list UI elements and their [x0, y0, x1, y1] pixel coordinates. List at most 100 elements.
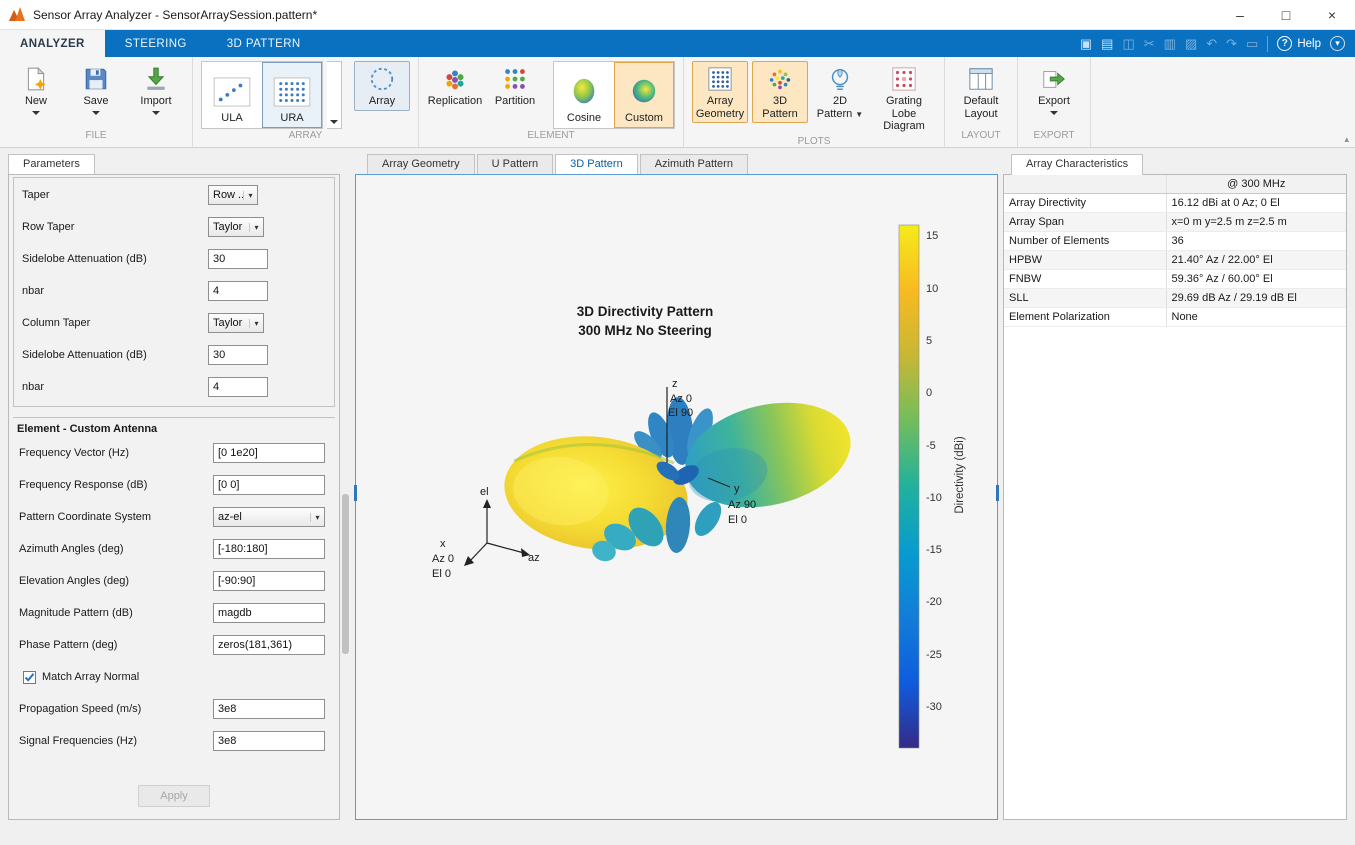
- z-el-label: El 90: [668, 407, 693, 419]
- default-layout-button[interactable]: Default Layout: [953, 61, 1009, 123]
- row-value: 36: [1166, 232, 1346, 251]
- tab-array-geometry[interactable]: Array Geometry: [367, 154, 475, 174]
- azimuth-angles-input[interactable]: [213, 539, 325, 559]
- row-sidelobe-input[interactable]: [208, 249, 268, 269]
- phase-pattern-input[interactable]: [213, 635, 325, 655]
- splitter-handle[interactable]: [996, 485, 999, 501]
- row-label: Number of Elements: [1004, 232, 1166, 251]
- ribbon-tab-3d-pattern[interactable]: 3D PATTERN: [207, 30, 321, 57]
- chevron-down-icon: ▾: [243, 191, 257, 200]
- minimize-button[interactable]: –: [1217, 0, 1263, 29]
- ula-button[interactable]: ULA: [202, 62, 262, 128]
- toolstrip-collapse-icon[interactable]: ▴: [1344, 134, 1349, 145]
- plot-2d-pattern-button[interactable]: 2D Pattern ▼: [812, 61, 868, 123]
- import-button[interactable]: Import: [128, 61, 184, 118]
- colorbar-tick: -10: [926, 492, 942, 504]
- col-sidelobe-input[interactable]: [208, 345, 268, 365]
- help-button[interactable]: ? Help: [1277, 36, 1321, 51]
- row-nbar-input[interactable]: [208, 281, 268, 301]
- array-button[interactable]: Array: [354, 61, 410, 111]
- viewer-panel: Array Geometry U Pattern 3D Pattern Azim…: [355, 152, 998, 820]
- cosine-button[interactable]: Cosine: [554, 62, 614, 128]
- ribbon-tab-analyzer[interactable]: ANALYZER: [0, 30, 105, 57]
- print-icon[interactable]: ▭: [1246, 36, 1258, 52]
- tab-azimuth-pattern[interactable]: Azimuth Pattern: [640, 154, 748, 174]
- ribbon-tab-steering[interactable]: STEERING: [105, 30, 207, 57]
- monitor-icon[interactable]: ▣: [1080, 36, 1092, 52]
- plot-canvas[interactable]: 3D Directivity Pattern 300 MHz No Steeri…: [355, 174, 998, 820]
- plot-3d-pattern-button[interactable]: 3D Pattern: [752, 61, 808, 123]
- select-value: Taylor: [209, 221, 249, 233]
- y-el-label: El 0: [728, 514, 747, 526]
- save-button[interactable]: Save: [68, 61, 124, 118]
- taper-select[interactable]: Row ...▾: [208, 185, 258, 205]
- chevron-down-icon: [92, 111, 100, 115]
- array-label: Array: [369, 95, 395, 108]
- tab-u-pattern[interactable]: U Pattern: [477, 154, 553, 174]
- custom-element-icon: [624, 75, 664, 109]
- paste-icon[interactable]: ▨: [1185, 36, 1197, 52]
- ribbon-collapse-icon[interactable]: ▾: [1330, 36, 1345, 51]
- frequency-response-input[interactable]: [213, 475, 325, 495]
- grating-lobe-button[interactable]: Grating Lobe Diagram: [872, 61, 936, 136]
- pattern-coordinate-select[interactable]: az-el▾: [213, 507, 325, 527]
- signal-frequencies-input[interactable]: [213, 731, 325, 751]
- help-icon: ?: [1277, 36, 1292, 51]
- undo-icon[interactable]: ↶: [1206, 36, 1217, 52]
- maximize-button[interactable]: □: [1263, 0, 1309, 29]
- ura-button[interactable]: URA: [262, 62, 322, 128]
- new-button[interactable]: New: [8, 61, 64, 118]
- chevron-down-icon: ▾: [249, 223, 263, 232]
- magnitude-pattern-input[interactable]: [213, 603, 325, 623]
- parameters-form: Taper Row ...▾ Row Taper Taylor▾ Sidelob…: [8, 174, 340, 820]
- characteristics-content: @ 300 MHz Array Directivity 16.12 dBi at…: [1003, 174, 1347, 820]
- partition-button[interactable]: Partition: [487, 61, 543, 111]
- replication-button[interactable]: Replication: [427, 61, 483, 111]
- column-taper-select[interactable]: Taylor▾: [208, 313, 264, 333]
- tab-parameters[interactable]: Parameters: [8, 154, 95, 175]
- array-gallery-expand[interactable]: [327, 61, 342, 129]
- row-value: 29.69 dB Az / 29.19 dB El: [1166, 289, 1346, 308]
- field-label: Phase Pattern (deg): [19, 639, 213, 651]
- partition-icon: [501, 65, 529, 93]
- match-array-normal-checkbox[interactable]: [23, 671, 36, 684]
- section-label-export: EXPORT: [1018, 130, 1090, 147]
- row-taper-select[interactable]: Taylor▾: [208, 217, 264, 237]
- custom-button[interactable]: Custom: [614, 62, 674, 128]
- tab-array-characteristics[interactable]: Array Characteristics: [1011, 154, 1143, 175]
- tab-3d-pattern[interactable]: 3D Pattern: [555, 154, 638, 175]
- cosine-label: Cosine: [567, 112, 601, 124]
- save-icon[interactable]: ◫: [1122, 36, 1134, 52]
- row-value: 16.12 dBi at 0 Az; 0 El: [1166, 194, 1346, 213]
- scrollbar-thumb[interactable]: [342, 494, 349, 654]
- splitter-handle[interactable]: [354, 485, 357, 501]
- directivity-3d-plot: 3D Directivity Pattern 300 MHz No Steeri…: [356, 175, 997, 819]
- parameters-scrollbar[interactable]: [341, 174, 350, 818]
- row-label: FNBW: [1004, 270, 1166, 289]
- section-label-file: FILE: [0, 130, 192, 147]
- header-empty-cell: [1004, 175, 1166, 194]
- gallery-icon[interactable]: ▤: [1101, 36, 1113, 52]
- field-label: Azimuth Angles (deg): [19, 543, 213, 555]
- propagation-speed-input[interactable]: [213, 699, 325, 719]
- export-button[interactable]: Export: [1026, 61, 1082, 118]
- apply-button[interactable]: Apply: [138, 785, 210, 807]
- redo-icon[interactable]: ↷: [1226, 36, 1237, 52]
- toolstrip: New Save Import FILE: [0, 57, 1355, 148]
- col-nbar-input[interactable]: [208, 377, 268, 397]
- close-button[interactable]: ×: [1309, 0, 1355, 29]
- frequency-vector-input[interactable]: [213, 443, 325, 463]
- colorbar-tick: 10: [926, 283, 938, 295]
- cut-icon[interactable]: ✂: [1144, 36, 1155, 52]
- characteristics-table: @ 300 MHz Array Directivity 16.12 dBi at…: [1004, 175, 1346, 327]
- el-arrow-label: el: [480, 486, 489, 498]
- copy-icon[interactable]: ▥: [1164, 36, 1176, 52]
- array-geometry-button[interactable]: Array Geometry: [692, 61, 748, 123]
- plot-title: 3D Directivity Pattern: [577, 304, 714, 319]
- default-layout-icon: [967, 65, 995, 93]
- az-arrow-label: az: [528, 552, 540, 564]
- section-label-array: ARRAY: [193, 130, 418, 147]
- row-value: 21.40° Az / 22.00° El: [1166, 251, 1346, 270]
- elevation-angles-input[interactable]: [213, 571, 325, 591]
- field-label: nbar: [22, 381, 208, 393]
